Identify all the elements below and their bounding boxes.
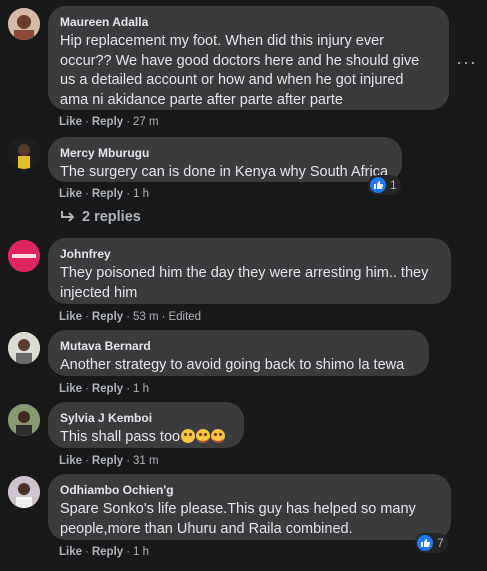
comment-text: They poisoned him the day they were arre… [60, 264, 439, 303]
avatar-image [8, 476, 40, 508]
like-link[interactable]: Like [59, 383, 82, 395]
reaction-count[interactable]: 7 [415, 533, 448, 553]
more-horizontal-icon[interactable]: ··· [456, 52, 477, 73]
avatar[interactable] [8, 137, 40, 169]
avatar-image [8, 240, 40, 272]
avatar-image [8, 137, 40, 169]
reply-link[interactable]: Reply [92, 188, 123, 200]
like-link[interactable]: Like [59, 546, 82, 558]
timestamp[interactable]: 27 m [133, 116, 159, 128]
rofl-emoji-icon [211, 429, 226, 443]
comment-actions: Like · Reply · 27 m [59, 116, 159, 128]
comment-bubble: Sylvia J Kemboi This shall pass too [48, 402, 244, 448]
comment-text-line: They poisoned him the day they were arre… [60, 265, 429, 281]
comment-bubble: Maureen Adalla Hip replacement my foot. … [48, 6, 449, 110]
replies-label: 2 replies [82, 209, 141, 225]
comment-text-line: This shall pass too [60, 429, 181, 445]
comment-actions: Like · Reply · 1 h [59, 383, 150, 395]
avatar-image [8, 8, 40, 40]
like-icon [370, 177, 386, 193]
like-link[interactable]: Like [59, 311, 82, 323]
comment-actions: Like · Reply · 1 h [59, 546, 150, 558]
comment-text: The surgery can is done in Kenya why Sou… [60, 164, 389, 180]
comment-bubble: Odhiambo Ochien'g Spare Sonko's life ple… [48, 474, 451, 540]
reply-link[interactable]: Reply [92, 383, 123, 395]
avatar[interactable] [8, 476, 40, 508]
relieved-face-emoji-icon [181, 429, 196, 443]
comment-bubble: Johnfrey They poisoned him the day they … [48, 238, 451, 304]
comment-text: This shall pass too [60, 428, 232, 448]
comment-text-line: us a detailed account or how and when he… [60, 72, 404, 88]
reaction-number: 1 [390, 178, 397, 192]
comment-bubble: Mutava Bernard Another strategy to avoid… [48, 330, 429, 376]
reply-link[interactable]: Reply [92, 116, 123, 128]
reply-link[interactable]: Reply [92, 455, 123, 467]
avatar[interactable] [8, 332, 40, 364]
avatar-image [8, 404, 40, 436]
comment-author[interactable]: Mercy Mburugu [60, 145, 390, 161]
avatar[interactable] [8, 404, 40, 436]
timestamp[interactable]: 53 m [133, 311, 159, 323]
comment-actions: Like · Reply · 53 m · Edited [59, 311, 202, 323]
comment-author[interactable]: Maureen Adalla [60, 14, 437, 30]
avatar-image [8, 332, 40, 364]
rofl-emoji-icon [196, 429, 211, 443]
reaction-count[interactable]: 1 [368, 175, 401, 195]
timestamp[interactable]: 1 h [133, 383, 149, 395]
reaction-number: 7 [437, 536, 444, 550]
comment-author[interactable]: Sylvia J Kemboi [60, 410, 232, 426]
comment-actions: Like · Reply · 31 m [59, 455, 159, 467]
view-replies-button[interactable]: 2 replies [60, 209, 141, 225]
comment-bubble: Mercy Mburugu The surgery can is done in… [48, 137, 402, 182]
comment-author[interactable]: Odhiambo Ochien'g [60, 482, 439, 498]
comment-text: Hip replacement my foot. When did this i… [60, 32, 437, 110]
like-link[interactable]: Like [59, 455, 82, 467]
reply-arrow-icon [61, 211, 75, 222]
comment-text-line: occur?? We have good doctors here and he… [60, 52, 420, 69]
comment-text-line: Spare Sonko's life please.This guy has h… [60, 501, 416, 517]
comment-text: Another strategy to avoid going back to … [60, 357, 405, 373]
avatar[interactable] [8, 240, 40, 272]
comment-author[interactable]: Mutava Bernard [60, 338, 417, 354]
comment-text-line: Hip replacement my foot. When did this i… [60, 33, 384, 49]
edited-label: Edited [168, 311, 202, 323]
reply-link[interactable]: Reply [92, 311, 123, 323]
timestamp[interactable]: 1 h [133, 188, 149, 200]
reply-link[interactable]: Reply [92, 546, 123, 558]
comment-actions: Like · Reply · 1 h [59, 188, 150, 200]
like-icon [417, 535, 433, 551]
like-link[interactable]: Like [59, 116, 82, 128]
timestamp[interactable]: 31 m [133, 455, 159, 467]
comment-text-line: ama ni akidance parte after parte after … [60, 91, 343, 108]
avatar[interactable] [8, 8, 40, 40]
comment-text-line: injected him [60, 284, 138, 301]
comment-text: Spare Sonko's life please.This guy has h… [60, 500, 439, 539]
like-link[interactable]: Like [59, 188, 82, 200]
comment-text-line: people,more than Uhuru and Raila combine… [60, 520, 353, 537]
comment-author[interactable]: Johnfrey [60, 246, 439, 262]
timestamp[interactable]: 1 h [133, 546, 149, 558]
